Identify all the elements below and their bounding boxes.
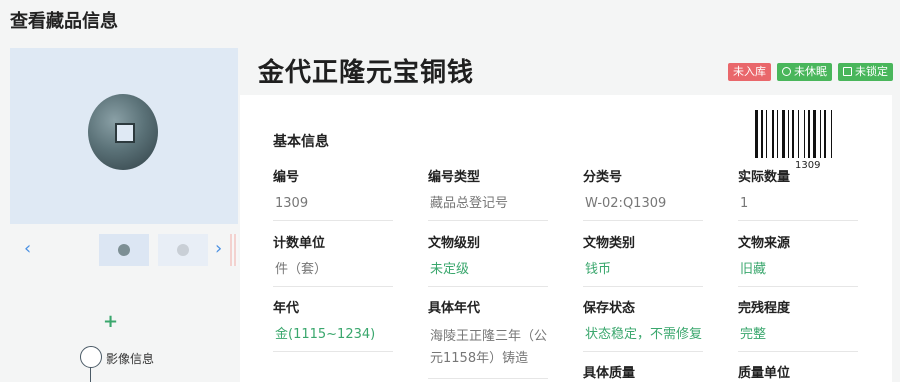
coin-image <box>88 94 158 170</box>
field-label: 具体年代 <box>428 301 481 316</box>
field-value: W-02:Q1309 <box>583 195 703 221</box>
field-specific-era: 具体年代 海陵王正隆三年（公元1158年）铸造 <box>428 297 548 379</box>
field-classification: 分类号 W-02:Q1309 <box>583 166 703 221</box>
field-label: 编号 <box>273 170 300 185</box>
add-icon[interactable]: + <box>103 311 118 332</box>
field-relic-grade: 文物级别 未定级 <box>428 232 548 287</box>
status-badge-not-locked: 未锁定 <box>838 63 893 81</box>
field-value: 1 <box>738 195 858 221</box>
field-value: 件（套） <box>273 261 393 287</box>
coin-thumb-icon <box>118 244 130 256</box>
thumbnail-strip: ‹ › <box>10 232 238 268</box>
field-value: 海陵王正隆三年（公元1158年）铸造 <box>428 326 548 379</box>
field-completeness: 完残程度 完整 <box>738 297 858 352</box>
field-label: 具体质量 <box>583 366 636 381</box>
field-label: 文物来源 <box>738 236 791 251</box>
field-relic-category: 文物类别 钱币 <box>583 232 703 287</box>
field-value: 金(1115~1234) <box>273 326 393 352</box>
status-badge-not-stored: 未入库 <box>728 63 771 81</box>
timeline-label-image-info[interactable]: 影像信息 <box>106 350 154 367</box>
field-label: 年代 <box>273 301 300 316</box>
field-label: 实际数量 <box>738 170 791 185</box>
field-label: 完残程度 <box>738 301 791 316</box>
field-actual-quantity: 实际数量 1 <box>738 166 858 221</box>
field-label: 计数单位 <box>273 236 326 251</box>
clock-icon <box>782 67 791 76</box>
chevron-left-icon[interactable]: ‹ <box>24 240 31 258</box>
thumbnail-3-partial[interactable] <box>230 234 238 266</box>
field-value: 未定级 <box>428 261 548 287</box>
item-title: 金代正隆元宝铜钱 <box>258 58 475 88</box>
timeline-dot <box>80 346 102 368</box>
basic-info-card: 基本信息 1309 编号 1309 编号类型 藏品总登记号 分类号 W-02:Q… <box>240 95 892 382</box>
thumbnail-2[interactable] <box>158 234 208 266</box>
field-preservation-status: 保存状态 状态稳定，不需修复 <box>583 297 703 352</box>
page-title: 查看藏品信息 <box>10 11 118 32</box>
field-mass-unit: 质量单位 <box>738 362 858 381</box>
field-specific-mass: 具体质量 <box>583 362 703 381</box>
badge-label: 未锁定 <box>855 65 888 78</box>
coin-thumb-icon <box>177 244 189 256</box>
field-value: 旧藏 <box>738 261 858 287</box>
thumbnail-1[interactable] <box>99 234 149 266</box>
field-number: 编号 1309 <box>273 166 393 221</box>
field-count-unit: 计数单位 件（套） <box>273 232 393 287</box>
timeline-line <box>90 367 91 382</box>
field-label: 分类号 <box>583 170 623 185</box>
chevron-right-icon[interactable]: › <box>215 240 222 258</box>
field-label: 编号类型 <box>428 170 481 185</box>
field-label: 文物类别 <box>583 236 636 251</box>
field-value: 藏品总登记号 <box>428 195 548 221</box>
field-number-type: 编号类型 藏品总登记号 <box>428 166 548 221</box>
section-title: 基本信息 <box>273 134 329 150</box>
collection-photo[interactable] <box>10 48 238 224</box>
field-era: 年代 金(1115~1234) <box>273 297 393 352</box>
lock-icon <box>843 67 852 76</box>
field-label: 保存状态 <box>583 301 636 316</box>
status-badge-not-dormant: 未休眠 <box>777 63 832 81</box>
field-label: 文物级别 <box>428 236 481 251</box>
barcode <box>755 110 832 158</box>
badge-label: 未休眠 <box>794 65 827 78</box>
field-value: 钱币 <box>583 261 703 287</box>
field-relic-source: 文物来源 旧藏 <box>738 232 858 287</box>
field-value: 状态稳定，不需修复 <box>583 326 703 352</box>
badge-label: 未入库 <box>733 65 766 78</box>
field-label: 质量单位 <box>738 366 791 381</box>
field-value: 完整 <box>738 326 858 352</box>
coin-square-hole <box>115 123 135 143</box>
field-value: 1309 <box>273 195 393 221</box>
